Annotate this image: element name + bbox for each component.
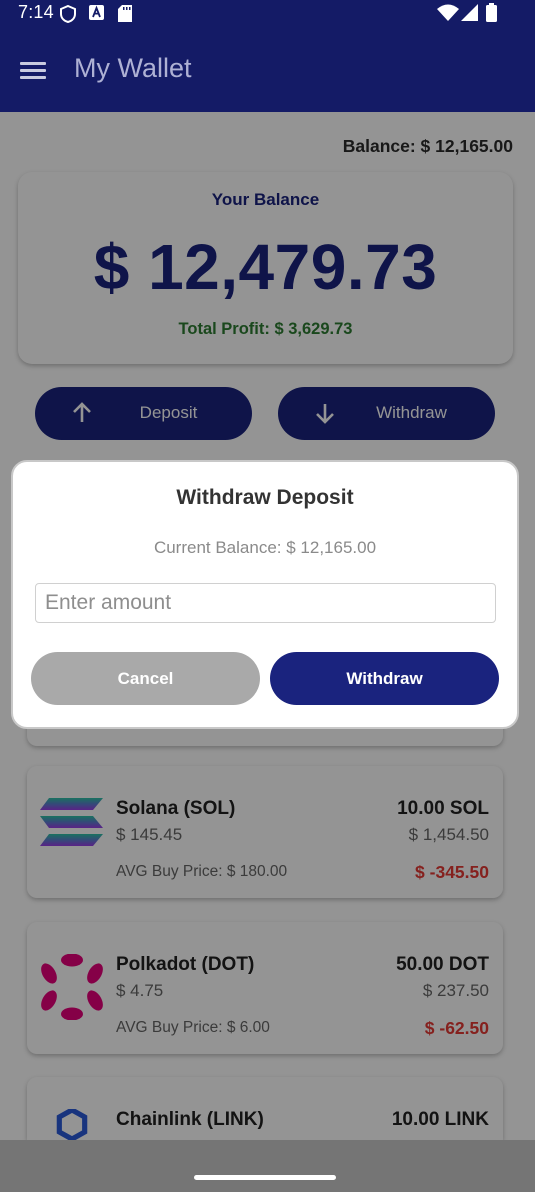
status-time: 7:14: [18, 2, 54, 22]
amount-input[interactable]: [35, 583, 496, 623]
shield-icon: [60, 5, 76, 23]
hamburger-menu-icon[interactable]: [14, 56, 50, 84]
system-nav-bar: [0, 1140, 535, 1192]
cancel-button[interactable]: Cancel: [31, 652, 260, 705]
signal-icon: [461, 4, 478, 21]
withdraw-dialog: Withdraw Deposit Current Balance: $ 12,1…: [11, 460, 519, 729]
app-bar: My Wallet: [0, 28, 535, 112]
sd-card-icon: [118, 5, 132, 22]
battery-icon: [486, 3, 497, 22]
dialog-title: Withdraw Deposit: [176, 486, 354, 509]
wifi-icon: [437, 4, 459, 21]
app-title: My Wallet: [74, 53, 192, 83]
a-badge-icon: [89, 5, 104, 20]
dialog-current-balance: Current Balance: $ 12,165.00: [153, 538, 377, 557]
status-bar: 7:14: [0, 0, 535, 28]
home-indicator[interactable]: [194, 1175, 336, 1180]
confirm-withdraw-button[interactable]: Withdraw: [270, 652, 499, 705]
